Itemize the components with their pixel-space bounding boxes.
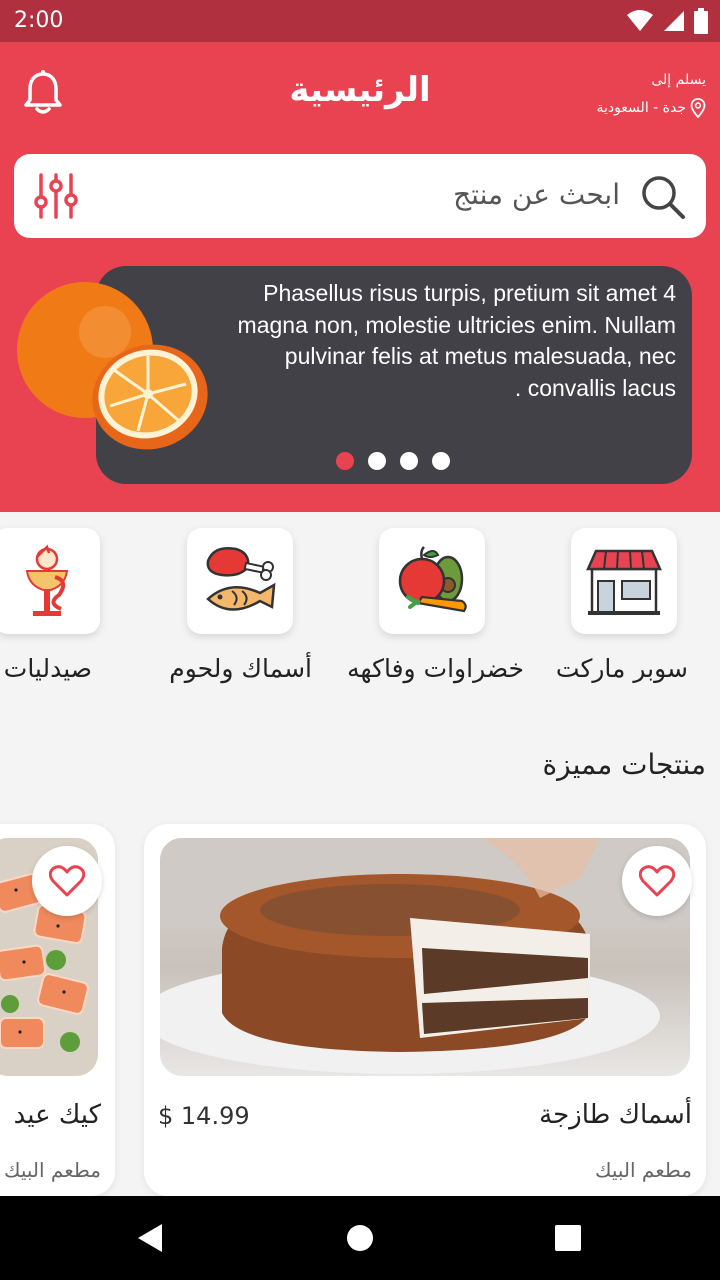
category-label[interactable]: سوبر ماركت: [556, 654, 688, 683]
category-pharmacy[interactable]: [0, 528, 100, 634]
product-store: مطعم البيك: [3, 1158, 101, 1182]
category-label[interactable]: خضراوات وفاكهه: [347, 654, 524, 683]
location-text: جدة - السعودية: [596, 100, 686, 116]
system-nav-bar: [0, 1196, 720, 1280]
category-meat-fish[interactable]: [187, 528, 293, 634]
search-bar[interactable]: ابحث عن منتج: [14, 154, 706, 238]
category-supermarket[interactable]: [571, 528, 677, 634]
search-icon[interactable]: [640, 174, 686, 220]
slider-dot[interactable]: [432, 452, 450, 470]
slider-pagination: [336, 452, 450, 470]
favorite-button[interactable]: [32, 846, 102, 916]
search-input[interactable]: ابحث عن منتج: [453, 178, 620, 211]
product-name: كيك عيد: [13, 1100, 101, 1130]
cake-illustration: [160, 838, 690, 1074]
wifi-icon: [627, 10, 653, 31]
battery-icon: [694, 8, 708, 34]
deliver-to-label: يسلم إلى: [651, 72, 706, 88]
slider-dot[interactable]: [368, 452, 386, 470]
product-card[interactable]: أسماك طازجة $ 14.99 مطعم البيك: [144, 824, 706, 1196]
heart-icon: [49, 865, 85, 897]
orange-illustration: [17, 282, 208, 450]
delivery-location[interactable]: يسلم إلى جدة - السعودية: [596, 72, 706, 118]
home-icon[interactable]: [338, 1216, 382, 1260]
slider-dot[interactable]: [336, 452, 354, 470]
product-store: مطعم البيك: [594, 1158, 692, 1182]
promo-text: Phasellus risus turpis, pretium sit amet…: [237, 280, 676, 401]
status-icons: [626, 8, 708, 34]
header: الرئيسية يسلم إلى جدة - السعودية ابحث عن…: [0, 42, 720, 512]
categories-row: سوبر ماركت خضراوات وفاكهه أسماك ولحوم صي…: [0, 512, 720, 712]
pharmacy-icon: [25, 544, 69, 616]
featured-section-title: منتجات مميزة: [542, 748, 706, 781]
product-card[interactable]: كيك عيد مطعم البيك: [0, 824, 115, 1196]
category-label[interactable]: صيدليات: [4, 654, 92, 683]
favorite-button[interactable]: [622, 846, 692, 916]
fruits-vegetables-icon: [398, 546, 467, 613]
category-label[interactable]: أسماك ولحوم: [169, 654, 312, 683]
signal-icon: [664, 11, 684, 31]
location-pin-icon: [690, 98, 706, 118]
filter-icon[interactable]: [34, 172, 78, 220]
product-price: $ 14.99: [158, 1102, 250, 1130]
slider-dot[interactable]: [400, 452, 418, 470]
location-row: جدة - السعودية: [596, 98, 706, 118]
category-vegetables-fruits[interactable]: [379, 528, 485, 634]
status-bar: 2:00: [0, 0, 720, 42]
product-image: [160, 838, 690, 1076]
back-icon[interactable]: [128, 1216, 172, 1260]
recents-icon[interactable]: [546, 1216, 590, 1260]
meat-fish-icon: [206, 547, 276, 611]
product-name: أسماك طازجة: [539, 1100, 692, 1130]
status-time: 2:00: [14, 8, 64, 33]
heart-icon: [639, 865, 675, 897]
store-icon: [586, 549, 662, 615]
